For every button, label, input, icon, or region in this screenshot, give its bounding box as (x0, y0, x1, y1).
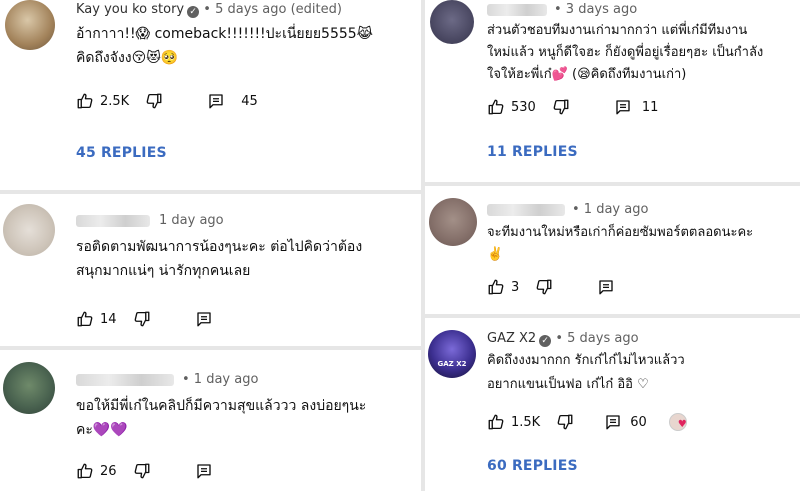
timestamp[interactable]: • 5 days ago (edited) (203, 2, 342, 17)
reply-count: 11 (641, 99, 659, 115)
like-count: 26 (100, 463, 117, 479)
like-count: 2.5K (100, 93, 130, 109)
thumb-up-icon[interactable] (487, 278, 505, 296)
timestamp[interactable]: • 3 days ago (554, 2, 637, 17)
reply-icon[interactable] (195, 310, 213, 328)
thumb-down-icon[interactable] (133, 310, 151, 328)
author-name[interactable] (76, 374, 174, 386)
comment-card: GAZ X2 GAZ X2 ✓ • 5 days ago คิดถึงงงมากก… (425, 318, 800, 491)
thumb-up-icon[interactable] (76, 310, 94, 328)
view-replies-button[interactable]: 45 REPLIES (76, 145, 167, 161)
thumb-down-icon[interactable] (552, 98, 570, 116)
creator-heart-icon[interactable]: ♥ (668, 413, 687, 431)
reply-count: 45 (241, 93, 258, 109)
comment-line: อ้ากาาา!!😱 comeback!!!!!!!ปะเนี่ยยย5555😹 (76, 26, 374, 42)
author-name[interactable] (76, 215, 150, 227)
reply-count: 60 (630, 414, 647, 430)
thumb-down-icon[interactable] (145, 92, 163, 110)
reply-icon[interactable] (597, 278, 615, 296)
author-name[interactable]: Kay you ko story (76, 2, 184, 17)
comment-card: • 3 days ago ส่วนตัวชอบทีมงานเก่ามากกว่า… (425, 0, 800, 182)
thumb-up-icon[interactable] (487, 413, 505, 431)
like-count: 3 (511, 279, 520, 295)
comment-text: ขอให้มีพี่เก๋ในคลิปก็มีความสุขแล้ววว ลงบ… (76, 394, 416, 442)
reply-icon[interactable] (604, 413, 622, 431)
comment-actions: 2.5K 45 (76, 91, 274, 111)
timestamp[interactable]: 1 day ago (159, 213, 224, 228)
comment-line: อยากแขนเป็นฟอ เก๋ไก๋ อิอิ ♡ (487, 377, 649, 392)
reply-icon[interactable] (207, 92, 225, 110)
avatar[interactable] (430, 0, 474, 44)
comment-text: อ้ากาาา!!😱 comeback!!!!!!!ปะเนี่ยยย5555😹… (76, 22, 416, 70)
author-name[interactable]: GAZ X2 (487, 331, 536, 346)
comment-text: คิดถึงงงมากกก รักเก๋ไก๋ไม่ไหวแล้วว อยากแ… (487, 349, 797, 397)
like-count: 14 (100, 311, 117, 327)
comment-actions: 530 11 (487, 97, 674, 117)
thumb-down-icon[interactable] (535, 278, 553, 296)
comment-text: จะทีมงานใหม่หรือเก่าก็ค่อยซัมพอร์ตตลอดนะ… (487, 222, 797, 266)
avatar[interactable] (429, 198, 477, 246)
comment-line: ใจให้ฮะพี่เก๋💕 (😪คิดถึงทีมงานเก่า) (487, 67, 687, 82)
comment-actions: 1.5K 60 ♥ (487, 412, 687, 432)
thumb-up-icon[interactable] (487, 98, 505, 116)
comment-line: รอติดตามพัฒนาการน้องๆนะคะ ต่อไปคิดว่าต้อ… (76, 239, 363, 255)
comment-card: 1 day ago รอติดตามพัฒนาการน้องๆนะคะ ต่อไ… (0, 194, 421, 346)
thumb-down-icon[interactable] (556, 413, 574, 431)
avatar[interactable] (5, 0, 55, 50)
reply-icon[interactable] (614, 98, 632, 116)
author-name[interactable] (487, 4, 547, 16)
comment-meta: GAZ X2 ✓ • 5 days ago (487, 331, 639, 347)
comment-card: • 1 day ago ขอให้มีพี่เก๋ในคลิปก็มีความส… (0, 350, 421, 491)
verified-check-icon: ✓ (187, 6, 200, 18)
comment-actions: 26 (76, 461, 213, 481)
comment-text: ส่วนตัวชอบทีมงานเก่ามากกว่า แต่พี่เก๋มีท… (487, 20, 797, 86)
like-count: 530 (511, 99, 536, 115)
comment-card: Kay you ko story ✓ • 5 days ago (edited) … (0, 0, 421, 190)
comment-card: • 1 day ago จะทีมงานใหม่หรือเก่าก็ค่อยซั… (425, 186, 800, 314)
comment-line: ขอให้มีพี่เก๋ในคลิปก็มีความสุขแล้ววว ลงบ… (76, 398, 367, 414)
comment-line: คิดถึงงงมากกก รักเก๋ไก๋ไม่ไหวแล้วว (487, 353, 685, 368)
like-count: 1.5K (511, 414, 541, 430)
author-name[interactable] (487, 204, 565, 216)
comment-text: รอติดตามพัฒนาการน้องๆนะคะ ต่อไปคิดว่าต้อ… (76, 235, 416, 283)
comment-line: ส่วนตัวชอบทีมงานเก่ามากกว่า แต่พี่เก๋มีท… (487, 23, 748, 38)
comment-line: คะ💜💜 (76, 422, 128, 438)
comment-line: คิดถึงจังง😚😻🥺 (76, 50, 179, 66)
timestamp[interactable]: • 1 day ago (182, 372, 258, 387)
view-replies-button[interactable]: 11 REPLIES (487, 144, 578, 160)
avatar[interactable] (3, 362, 55, 414)
comment-meta: Kay you ko story ✓ • 5 days ago (edited) (76, 2, 342, 18)
comment-line: ✌️ (487, 247, 504, 262)
timestamp[interactable]: • 5 days ago (555, 331, 638, 346)
view-replies-button[interactable]: 60 REPLIES (487, 458, 578, 474)
reply-icon[interactable] (195, 462, 213, 480)
avatar[interactable] (3, 204, 55, 256)
timestamp[interactable]: • 1 day ago (572, 202, 648, 217)
comment-line: ใหม่แล้ว หนูก็ดีใจฮะ ก็ยังดูพี่อยู่เรื่อ… (487, 45, 764, 60)
thumb-up-icon[interactable] (76, 92, 94, 110)
avatar-label: GAZ X2 (437, 360, 467, 368)
comment-actions: 14 (76, 309, 213, 329)
thumb-up-icon[interactable] (76, 462, 94, 480)
comment-line: สนุกมากแน่ๆ น่ารักทุกคนเลย (76, 263, 251, 279)
avatar[interactable]: GAZ X2 (428, 330, 476, 378)
verified-check-icon: ✓ (539, 335, 552, 347)
thumb-down-icon[interactable] (133, 462, 151, 480)
comment-line: จะทีมงานใหม่หรือเก่าก็ค่อยซัมพอร์ตตลอดนะ… (487, 225, 754, 240)
comment-actions: 3 (487, 277, 615, 297)
